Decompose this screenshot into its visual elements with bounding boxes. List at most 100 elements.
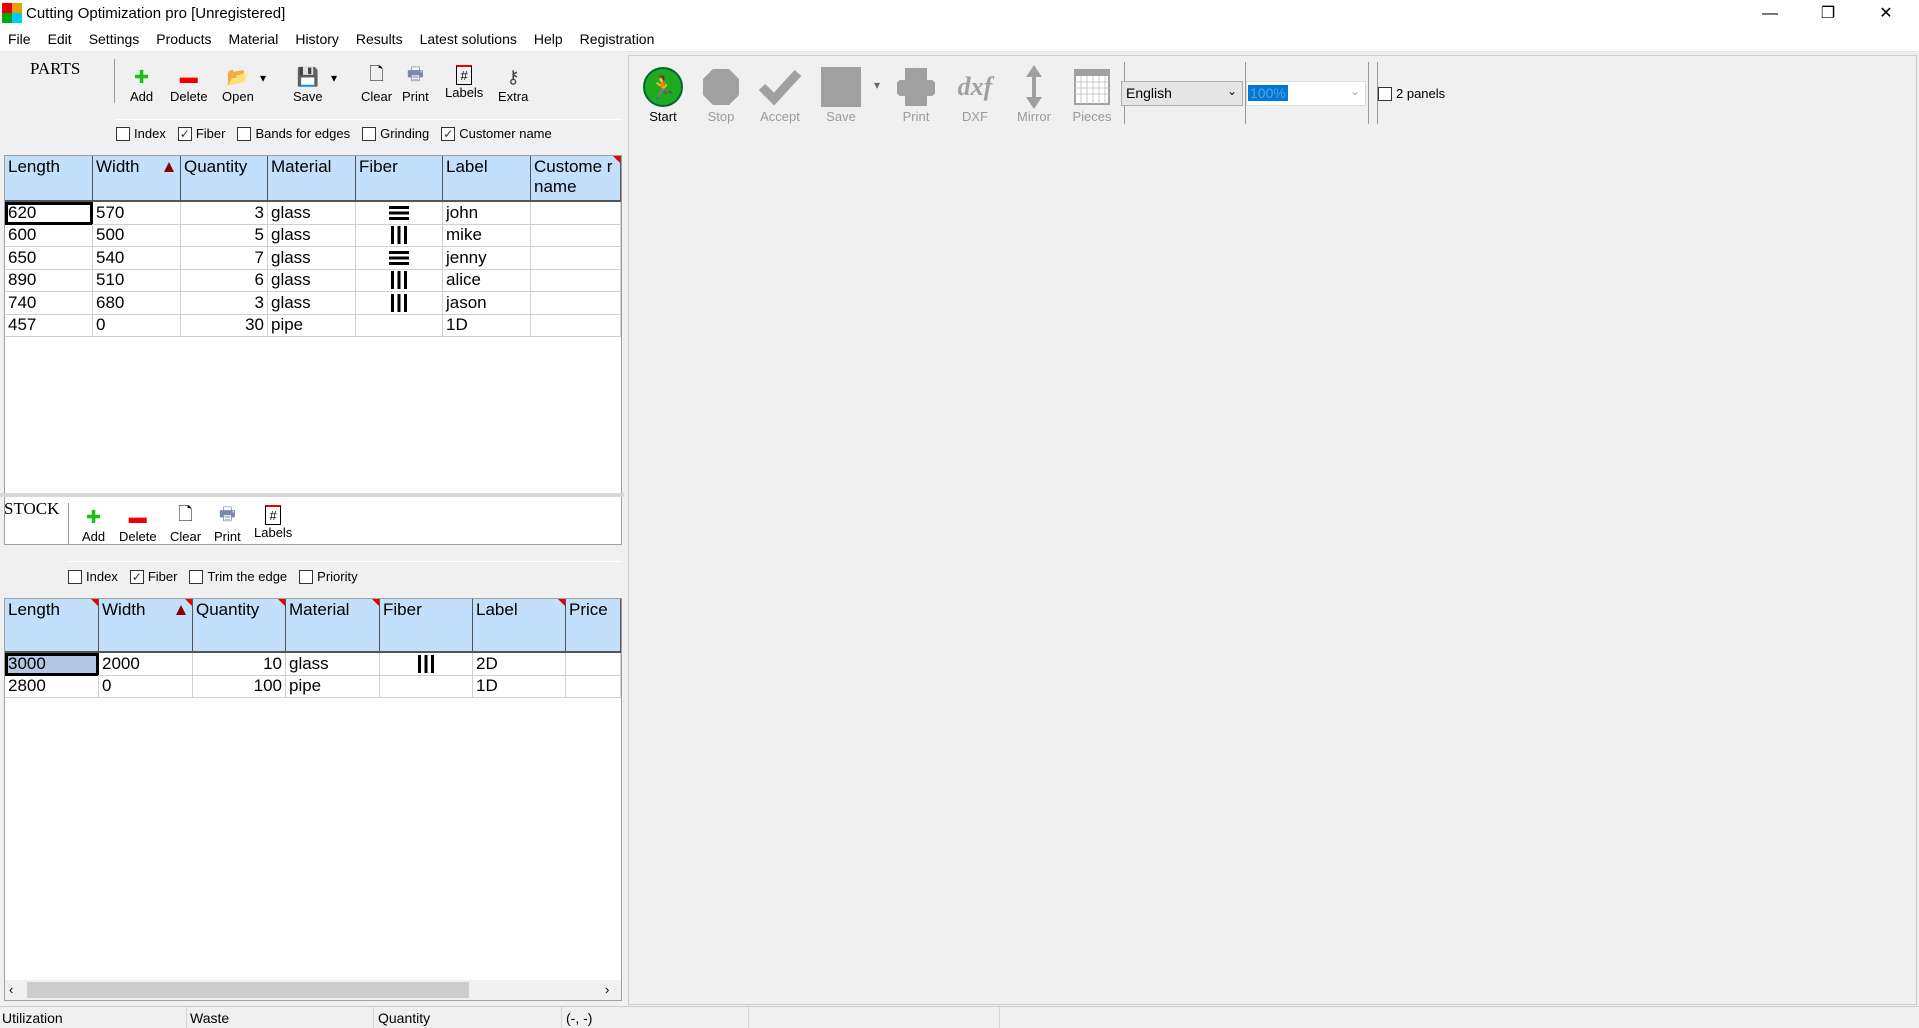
grid-cell[interactable]: 100 bbox=[193, 675, 286, 699]
dropdown-arrow-icon[interactable]: ▾ bbox=[260, 71, 266, 85]
grid-cell[interactable]: 2D bbox=[473, 653, 566, 676]
parts-print-button[interactable]: 🖶 Print bbox=[402, 64, 429, 104]
grid-cell[interactable]: 0 bbox=[99, 675, 193, 699]
grid-cell[interactable] bbox=[356, 224, 443, 248]
stock-priority-checkbox[interactable]: Priority bbox=[299, 569, 358, 584]
scroll-left-arrow[interactable]: ‹ bbox=[9, 982, 13, 997]
grid-cell[interactable] bbox=[356, 291, 443, 315]
zoom-select[interactable]: 100% ⌄ bbox=[1246, 81, 1366, 106]
grid-cell[interactable]: 1D bbox=[473, 675, 566, 699]
grid-cell[interactable] bbox=[566, 653, 621, 676]
grid-cell[interactable]: glass bbox=[268, 291, 356, 315]
scroll-right-arrow[interactable]: › bbox=[605, 982, 609, 997]
grid-cell[interactable]: glass bbox=[268, 202, 356, 225]
grid-cell[interactable]: jenny bbox=[443, 246, 531, 270]
grid-cell[interactable] bbox=[531, 269, 621, 293]
grid-cell[interactable]: pipe bbox=[286, 675, 380, 699]
close-button[interactable]: ✕ bbox=[1857, 0, 1915, 27]
parts-save-button[interactable]: 💾 Save bbox=[293, 65, 323, 105]
grid-cell[interactable]: 30 bbox=[181, 314, 268, 337]
grid-cell[interactable]: glass bbox=[286, 653, 380, 676]
grid-cell[interactable]: 7 bbox=[181, 246, 268, 270]
column-header-custome-r-name[interactable]: Custome r name bbox=[531, 156, 621, 202]
column-header-width[interactable]: Width bbox=[99, 599, 193, 653]
checkbox-box[interactable] bbox=[362, 126, 377, 141]
stock-labels-button[interactable]: # Labels bbox=[254, 505, 292, 540]
save-dropdown-arrow-icon[interactable]: ▾ bbox=[874, 78, 880, 92]
parts-index-checkbox[interactable]: Index bbox=[116, 126, 166, 141]
menu-file[interactable]: File bbox=[8, 31, 31, 47]
column-header-label[interactable]: Label bbox=[473, 599, 566, 653]
stock-grid[interactable]: ‹ › Length Width Quantity Material Fiber Labe… bbox=[4, 598, 622, 1001]
grid-cell[interactable]: glass bbox=[268, 224, 356, 248]
grid-cell[interactable]: 0 bbox=[93, 314, 181, 337]
checkbox-box[interactable] bbox=[299, 569, 314, 584]
parts-customer-name-checkbox[interactable]: ✓ Customer name bbox=[441, 126, 552, 141]
parts-delete-button[interactable]: ▬ Delete bbox=[170, 65, 208, 105]
grid-cell[interactable]: 457 bbox=[5, 314, 93, 337]
parts-bands-for-edges-checkbox[interactable]: Bands for edges bbox=[237, 126, 350, 141]
scrollbar-thumb[interactable] bbox=[27, 982, 469, 998]
grid-cell[interactable]: 500 bbox=[93, 224, 181, 248]
stock-print-button[interactable]: 🖶 Print bbox=[214, 504, 241, 544]
results-start-button[interactable]: 🏃 Start bbox=[633, 64, 693, 124]
sort-ascending-icon[interactable] bbox=[164, 162, 174, 172]
grid-cell[interactable]: 2000 bbox=[99, 653, 193, 676]
grid-cell[interactable] bbox=[531, 224, 621, 248]
grid-cell[interactable]: 3 bbox=[181, 291, 268, 315]
sort-ascending-icon[interactable] bbox=[176, 605, 186, 615]
results-stop-button[interactable]: Stop bbox=[691, 64, 751, 124]
grid-cell[interactable]: glass bbox=[268, 246, 356, 270]
menu-latest-solutions[interactable]: Latest solutions bbox=[420, 31, 517, 47]
menu-results[interactable]: Results bbox=[356, 31, 403, 47]
grid-cell[interactable]: 2800 bbox=[5, 675, 99, 699]
results-mirror-button[interactable]: Mirror bbox=[1004, 64, 1064, 124]
column-header-fiber[interactable]: Fiber bbox=[380, 599, 473, 653]
menu-products[interactable]: Products bbox=[156, 31, 211, 47]
grid-cell[interactable]: 5 bbox=[181, 224, 268, 248]
grid-cell[interactable] bbox=[380, 675, 473, 699]
grid-cell[interactable] bbox=[380, 653, 473, 676]
grid-cell[interactable]: 510 bbox=[93, 269, 181, 293]
grid-cell[interactable]: alice bbox=[443, 269, 531, 293]
dropdown-arrow-icon[interactable]: ▾ bbox=[331, 71, 337, 85]
grid-cell[interactable]: 600 bbox=[5, 224, 93, 248]
column-header-length[interactable]: Length bbox=[5, 599, 99, 653]
results-pieces-button[interactable]: Pieces bbox=[1062, 64, 1122, 124]
column-header-quantity[interactable]: Quantity bbox=[181, 156, 268, 202]
checkbox-box[interactable]: ✓ bbox=[129, 569, 144, 584]
grid-cell[interactable]: 680 bbox=[93, 291, 181, 315]
menu-help[interactable]: Help bbox=[534, 31, 563, 47]
checkbox-box[interactable] bbox=[68, 569, 82, 584]
grid-cell[interactable]: glass bbox=[268, 269, 356, 293]
stock-delete-button[interactable]: ▬ Delete bbox=[119, 505, 157, 545]
parts-fiber-checkbox[interactable]: ✓ Fiber bbox=[177, 126, 225, 141]
grid-cell[interactable] bbox=[356, 246, 443, 270]
checkbox-box[interactable]: ✓ bbox=[441, 126, 456, 141]
stock-trim-the-edge-checkbox[interactable]: Trim the edge bbox=[189, 569, 287, 584]
column-header-fiber[interactable]: Fiber bbox=[356, 156, 443, 202]
checkbox-box[interactable]: ✓ bbox=[177, 126, 192, 141]
column-header-material[interactable]: Material bbox=[268, 156, 356, 202]
column-header-width[interactable]: Width bbox=[93, 156, 181, 202]
stock-fiber-checkbox[interactable]: ✓ Fiber bbox=[129, 569, 177, 584]
grid-cell[interactable]: 740 bbox=[5, 291, 93, 315]
menu-settings[interactable]: Settings bbox=[89, 31, 140, 47]
stock-index-checkbox[interactable]: Index bbox=[68, 569, 118, 584]
column-header-price[interactable]: Price bbox=[566, 599, 621, 653]
grid-cell[interactable]: 890 bbox=[5, 269, 93, 293]
checkbox-box[interactable] bbox=[116, 126, 130, 141]
column-header-material[interactable]: Material bbox=[286, 599, 380, 653]
two-panels-checkbox[interactable]: 2 panels bbox=[1378, 86, 1445, 101]
grid-cell[interactable] bbox=[531, 291, 621, 315]
grid-cell[interactable] bbox=[356, 269, 443, 293]
grid-cell[interactable]: 620 bbox=[5, 202, 93, 225]
parts-open-button[interactable]: 📂 Open bbox=[222, 65, 254, 105]
grid-cell[interactable]: 540 bbox=[93, 246, 181, 270]
grid-cell[interactable]: john bbox=[443, 202, 531, 225]
parts-grid[interactable]: Length Width Quantity Material Fiber Label Cus… bbox=[4, 155, 622, 545]
results-dxf-button[interactable]: dxf DXF bbox=[945, 64, 1005, 125]
column-header-length[interactable]: Length bbox=[5, 156, 93, 202]
parts-labels-button[interactable]: # Labels bbox=[445, 65, 483, 100]
column-header-quantity[interactable]: Quantity bbox=[193, 599, 286, 653]
